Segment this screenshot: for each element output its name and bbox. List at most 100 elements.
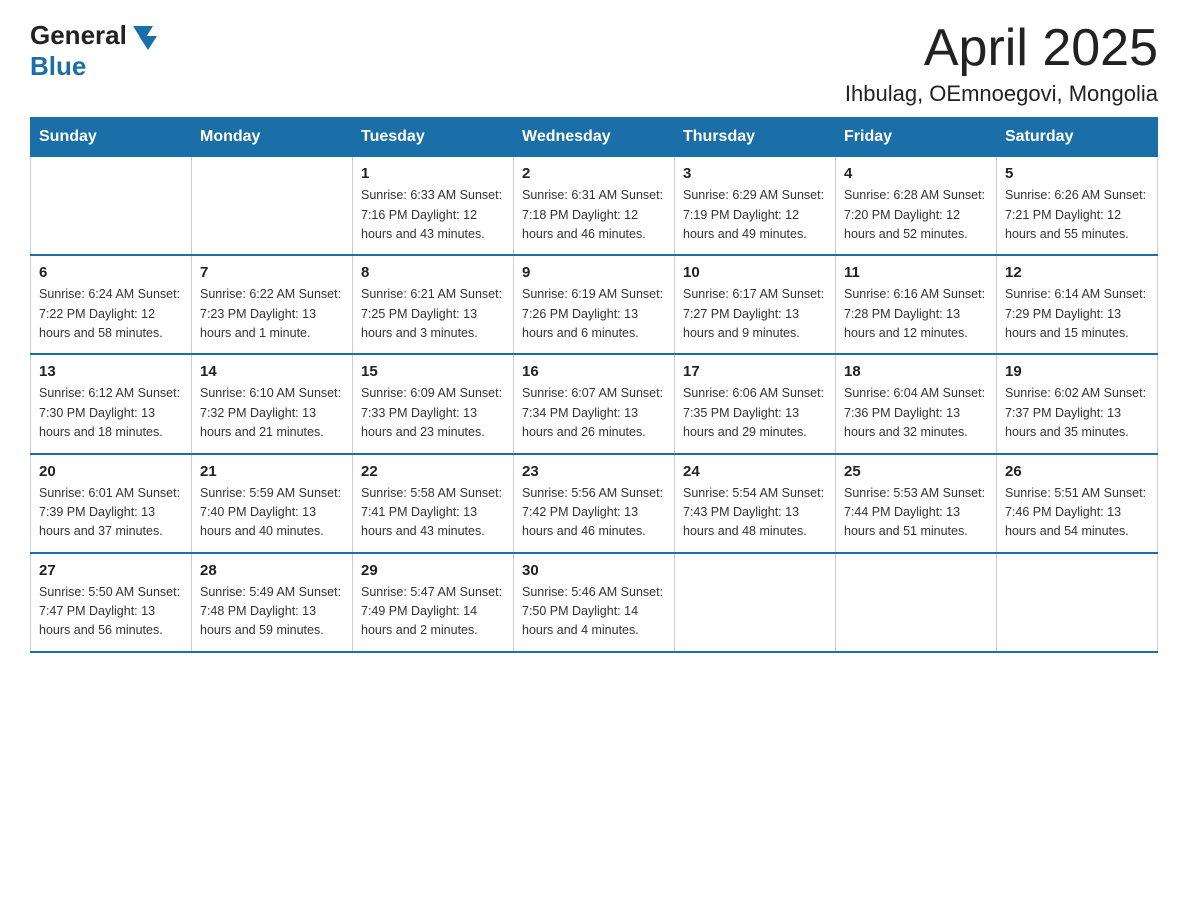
day-detail: Sunrise: 5:54 AM Sunset: 7:43 PM Dayligh… <box>683 484 827 542</box>
day-number: 29 <box>361 562 505 579</box>
day-detail: Sunrise: 6:09 AM Sunset: 7:33 PM Dayligh… <box>361 384 505 442</box>
calendar-cell: 19Sunrise: 6:02 AM Sunset: 7:37 PM Dayli… <box>997 354 1158 453</box>
day-number: 9 <box>522 264 666 281</box>
calendar-cell: 14Sunrise: 6:10 AM Sunset: 7:32 PM Dayli… <box>192 354 353 453</box>
column-header-monday: Monday <box>192 118 353 157</box>
day-number: 18 <box>844 363 988 380</box>
main-title: April 2025 <box>845 20 1158 77</box>
logo: General Blue <box>30 20 157 82</box>
day-detail: Sunrise: 6:10 AM Sunset: 7:32 PM Dayligh… <box>200 384 344 442</box>
calendar-cell: 26 Sunrise: 5:51 AM Sunset: 7:46 PM Dayli… <box>997 454 1158 553</box>
day-number: 7 <box>200 264 344 281</box>
calendar-cell: 2 Sunrise: 6:31 AM Sunset: 7:18 PM Daylig… <box>514 157 675 256</box>
calendar-cell: 1 Sunrise: 6:33 AM Sunset: 7:16 PM Daylig… <box>353 157 514 256</box>
calendar-cell: 27 Sunrise: 5:50 AM Sunset: 7:47 PM Dayli… <box>31 553 192 652</box>
calendar-cell: 6Sunrise: 6:24 AM Sunset: 7:22 PM Daylig… <box>31 255 192 354</box>
calendar-week-row: 6Sunrise: 6:24 AM Sunset: 7:22 PM Daylig… <box>31 255 1158 354</box>
calendar-cell: 15 Sunrise: 6:09 AM Sunset: 7:33 PM Dayli… <box>353 354 514 453</box>
day-detail: Sunrise: 5:46 AM Sunset: 7:50 PM Dayligh… <box>522 583 666 641</box>
day-number: 15 <box>361 363 505 380</box>
calendar-cell: 22 Sunrise: 5:58 AM Sunset: 7:41 PM Dayli… <box>353 454 514 553</box>
day-detail: Sunrise: 6:21 AM Sunset: 7:25 PM Dayligh… <box>361 285 505 343</box>
day-detail: Sunrise: 6:22 AM Sunset: 7:23 PM Dayligh… <box>200 285 344 343</box>
page-header: General Blue April 2025 Ihbulag, OEmnoeg… <box>30 20 1158 107</box>
day-detail: Sunrise: 6:16 AM Sunset: 7:28 PM Dayligh… <box>844 285 988 343</box>
day-detail: Sunrise: 6:04 AM Sunset: 7:36 PM Dayligh… <box>844 384 988 442</box>
calendar-cell: 18 Sunrise: 6:04 AM Sunset: 7:36 PM Dayli… <box>836 354 997 453</box>
day-number: 16 <box>522 363 666 380</box>
calendar-cell: 4 Sunrise: 6:28 AM Sunset: 7:20 PM Daylig… <box>836 157 997 256</box>
column-header-friday: Friday <box>836 118 997 157</box>
day-detail: Sunrise: 5:50 AM Sunset: 7:47 PM Dayligh… <box>39 583 183 641</box>
calendar-cell: 8 Sunrise: 6:21 AM Sunset: 7:25 PM Daylig… <box>353 255 514 354</box>
day-number: 2 <box>522 165 666 182</box>
day-number: 25 <box>844 463 988 480</box>
calendar-cell: 7 Sunrise: 6:22 AM Sunset: 7:23 PM Daylig… <box>192 255 353 354</box>
logo-icon <box>129 22 157 50</box>
day-detail: Sunrise: 6:19 AM Sunset: 7:26 PM Dayligh… <box>522 285 666 343</box>
calendar-cell: 9 Sunrise: 6:19 AM Sunset: 7:26 PM Daylig… <box>514 255 675 354</box>
calendar-cell <box>192 157 353 256</box>
day-number: 1 <box>361 165 505 182</box>
day-number: 8 <box>361 264 505 281</box>
calendar-header-row: SundayMondayTuesdayWednesdayThursdayFrid… <box>31 118 1158 157</box>
day-detail: Sunrise: 6:17 AM Sunset: 7:27 PM Dayligh… <box>683 285 827 343</box>
calendar-week-row: 1 Sunrise: 6:33 AM Sunset: 7:16 PM Daylig… <box>31 157 1158 256</box>
day-number: 21 <box>200 463 344 480</box>
day-number: 30 <box>522 562 666 579</box>
day-detail: Sunrise: 5:47 AM Sunset: 7:49 PM Dayligh… <box>361 583 505 641</box>
day-detail: Sunrise: 5:59 AM Sunset: 7:40 PM Dayligh… <box>200 484 344 542</box>
day-number: 27 <box>39 562 183 579</box>
day-number: 6 <box>39 264 183 281</box>
day-detail: Sunrise: 5:51 AM Sunset: 7:46 PM Dayligh… <box>1005 484 1149 542</box>
calendar-cell <box>675 553 836 652</box>
column-header-thursday: Thursday <box>675 118 836 157</box>
calendar-cell: 21 Sunrise: 5:59 AM Sunset: 7:40 PM Dayli… <box>192 454 353 553</box>
calendar-cell: 10 Sunrise: 6:17 AM Sunset: 7:27 PM Dayli… <box>675 255 836 354</box>
day-detail: Sunrise: 6:31 AM Sunset: 7:18 PM Dayligh… <box>522 186 666 244</box>
day-number: 28 <box>200 562 344 579</box>
column-header-saturday: Saturday <box>997 118 1158 157</box>
calendar-cell <box>836 553 997 652</box>
day-number: 19 <box>1005 363 1149 380</box>
day-detail: Sunrise: 6:14 AM Sunset: 7:29 PM Dayligh… <box>1005 285 1149 343</box>
title-block: April 2025 Ihbulag, OEmnoegovi, Mongolia <box>845 20 1158 107</box>
calendar-week-row: 13Sunrise: 6:12 AM Sunset: 7:30 PM Dayli… <box>31 354 1158 453</box>
calendar-cell: 23Sunrise: 5:56 AM Sunset: 7:42 PM Dayli… <box>514 454 675 553</box>
logo-text-blue: Blue <box>30 51 86 81</box>
day-detail: Sunrise: 6:06 AM Sunset: 7:35 PM Dayligh… <box>683 384 827 442</box>
day-detail: Sunrise: 5:56 AM Sunset: 7:42 PM Dayligh… <box>522 484 666 542</box>
calendar-cell: 28 Sunrise: 5:49 AM Sunset: 7:48 PM Dayli… <box>192 553 353 652</box>
day-number: 22 <box>361 463 505 480</box>
day-number: 24 <box>683 463 827 480</box>
day-detail: Sunrise: 6:28 AM Sunset: 7:20 PM Dayligh… <box>844 186 988 244</box>
day-number: 10 <box>683 264 827 281</box>
day-number: 4 <box>844 165 988 182</box>
day-number: 12 <box>1005 264 1149 281</box>
day-number: 17 <box>683 363 827 380</box>
day-detail: Sunrise: 5:58 AM Sunset: 7:41 PM Dayligh… <box>361 484 505 542</box>
calendar-cell <box>997 553 1158 652</box>
calendar-table: SundayMondayTuesdayWednesdayThursdayFrid… <box>30 117 1158 653</box>
day-detail: Sunrise: 5:53 AM Sunset: 7:44 PM Dayligh… <box>844 484 988 542</box>
calendar-cell: 5Sunrise: 6:26 AM Sunset: 7:21 PM Daylig… <box>997 157 1158 256</box>
calendar-cell: 3 Sunrise: 6:29 AM Sunset: 7:19 PM Daylig… <box>675 157 836 256</box>
day-number: 5 <box>1005 165 1149 182</box>
day-number: 3 <box>683 165 827 182</box>
calendar-cell: 11 Sunrise: 6:16 AM Sunset: 7:28 PM Dayli… <box>836 255 997 354</box>
day-number: 26 <box>1005 463 1149 480</box>
day-detail: Sunrise: 6:29 AM Sunset: 7:19 PM Dayligh… <box>683 186 827 244</box>
calendar-cell: 25 Sunrise: 5:53 AM Sunset: 7:44 PM Dayli… <box>836 454 997 553</box>
day-number: 20 <box>39 463 183 480</box>
calendar-week-row: 20 Sunrise: 6:01 AM Sunset: 7:39 PM Dayli… <box>31 454 1158 553</box>
column-header-wednesday: Wednesday <box>514 118 675 157</box>
calendar-cell: 13Sunrise: 6:12 AM Sunset: 7:30 PM Dayli… <box>31 354 192 453</box>
column-header-tuesday: Tuesday <box>353 118 514 157</box>
calendar-cell: 24 Sunrise: 5:54 AM Sunset: 7:43 PM Dayli… <box>675 454 836 553</box>
day-detail: Sunrise: 6:01 AM Sunset: 7:39 PM Dayligh… <box>39 484 183 542</box>
day-detail: Sunrise: 6:33 AM Sunset: 7:16 PM Dayligh… <box>361 186 505 244</box>
day-detail: Sunrise: 5:49 AM Sunset: 7:48 PM Dayligh… <box>200 583 344 641</box>
day-number: 11 <box>844 264 988 281</box>
calendar-cell: 30 Sunrise: 5:46 AM Sunset: 7:50 PM Dayli… <box>514 553 675 652</box>
day-detail: Sunrise: 6:07 AM Sunset: 7:34 PM Dayligh… <box>522 384 666 442</box>
